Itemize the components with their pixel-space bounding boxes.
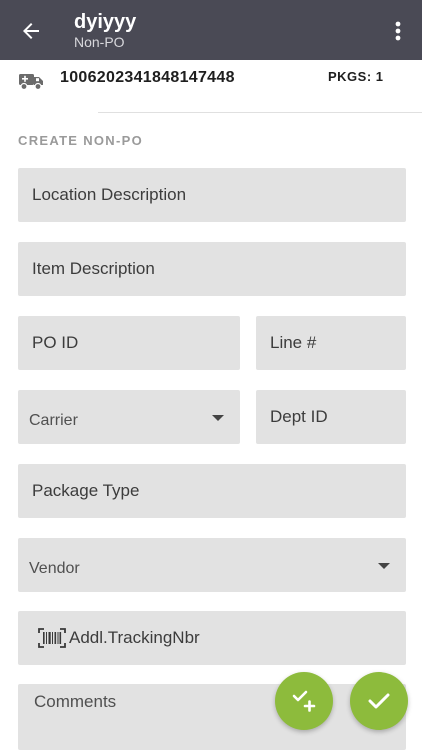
tracking-number: 1006202341848147448	[60, 69, 235, 86]
location-description-field[interactable]: Location Description	[18, 168, 406, 222]
item-description-placeholder: Item Description	[32, 259, 155, 278]
location-description-placeholder: Location Description	[32, 185, 187, 204]
arrow-left-icon	[23, 23, 39, 39]
divider	[98, 112, 422, 113]
page-subtitle: Non-PO	[74, 34, 125, 50]
addl-tracking-placeholder: Addl.TrackingNbr	[69, 628, 200, 647]
comments-placeholder: Comments	[34, 692, 117, 711]
item-description-field[interactable]: Item Description	[18, 242, 406, 296]
shipment-info: 1006202341848147448 PKGS: 1	[0, 60, 422, 112]
app-bar: dyiyyy Non-PO	[0, 0, 422, 60]
carrier-dropdown[interactable]: Carrier	[18, 390, 240, 444]
back-button[interactable]	[14, 14, 48, 48]
page-title: dyiyyy	[74, 11, 137, 33]
section-title: CREATE NON-PO	[18, 133, 143, 148]
dept-id-field[interactable]: Dept ID	[256, 390, 406, 444]
overflow-menu-button[interactable]	[384, 14, 412, 48]
po-id-placeholder: PO ID	[32, 333, 79, 352]
submit-button[interactable]	[350, 672, 408, 730]
po-id-field[interactable]: PO ID	[18, 316, 240, 370]
chevron-down-icon	[212, 415, 224, 421]
vendor-dropdown[interactable]: Vendor	[18, 538, 406, 592]
line-number-field[interactable]: Line #	[256, 316, 406, 370]
check-icon	[368, 693, 390, 709]
dept-id-placeholder: Dept ID	[270, 407, 328, 426]
more-vertical-icon	[395, 21, 401, 41]
vendor-placeholder: Vendor	[29, 560, 80, 577]
chevron-down-icon	[378, 563, 390, 569]
check-plus-icon	[292, 690, 316, 712]
comments-field[interactable]: Comments	[18, 684, 406, 750]
package-type-placeholder: Package Type	[32, 481, 140, 500]
title-block: dyiyyy Non-PO	[74, 10, 136, 50]
line-number-placeholder: Line #	[270, 333, 317, 352]
addl-tracking-field[interactable]: Addl.TrackingNbr	[18, 611, 406, 665]
package-count: PKGS: 1	[328, 69, 384, 84]
truck-icon	[19, 74, 43, 91]
package-type-field[interactable]: Package Type	[18, 464, 406, 518]
add-check-button[interactable]	[275, 672, 333, 730]
barcode-icon	[38, 628, 66, 648]
carrier-placeholder: Carrier	[29, 412, 78, 429]
